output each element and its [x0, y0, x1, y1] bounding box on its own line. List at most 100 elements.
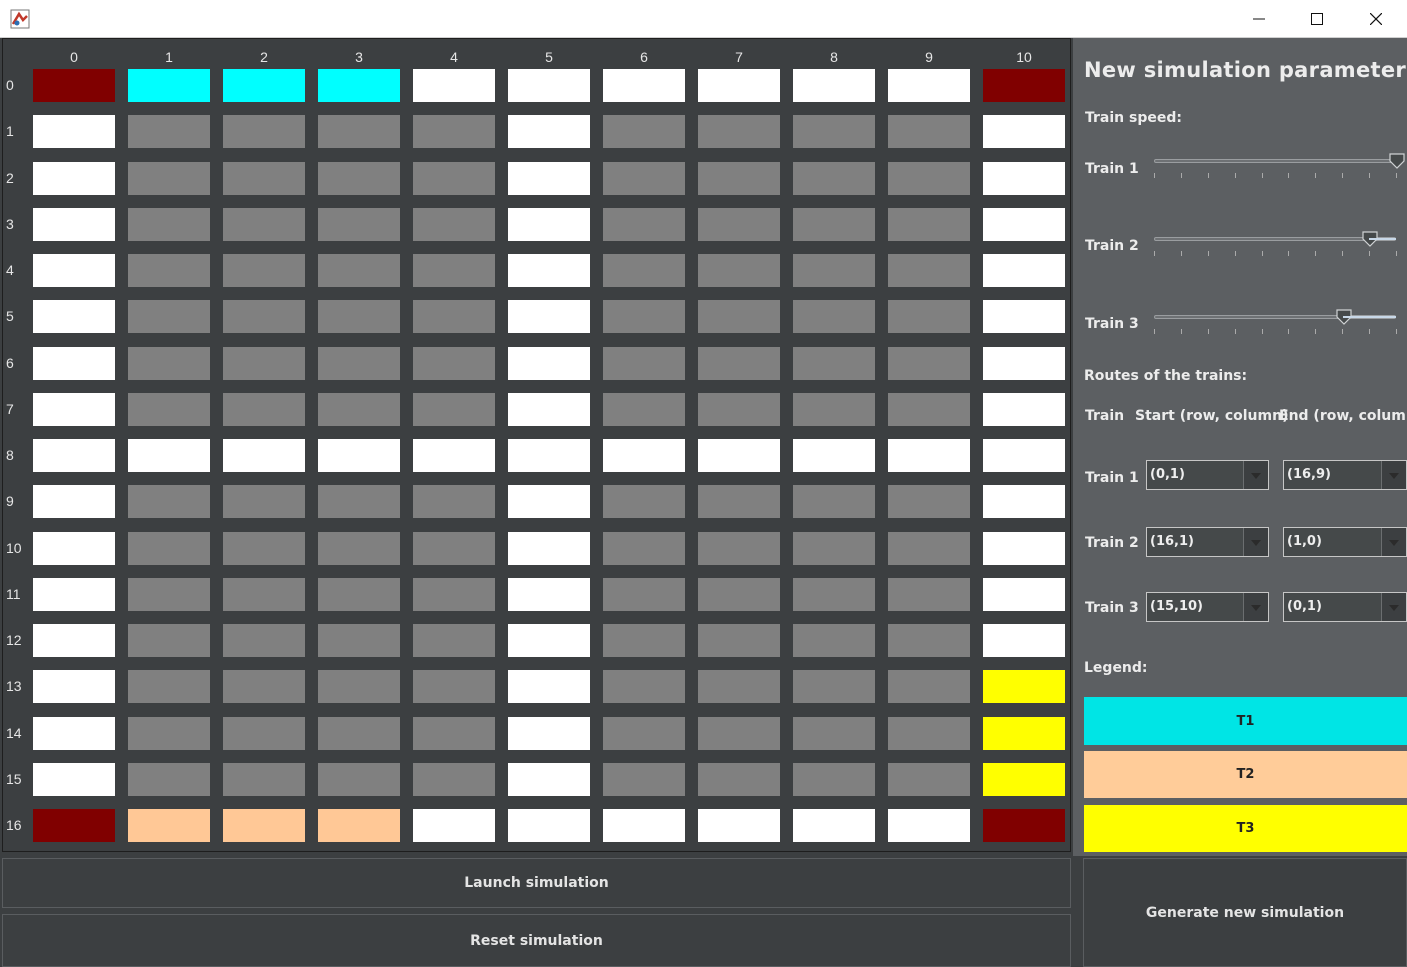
grid-cell [33, 115, 115, 149]
grid-cell [508, 207, 590, 241]
grid-cell [888, 624, 970, 657]
combo-value: (15,10) [1150, 599, 1204, 614]
chevron-down-icon[interactable] [1381, 528, 1406, 556]
chevron-down-icon[interactable] [1243, 593, 1268, 621]
grid-cell [983, 716, 1065, 750]
slider-tick [1288, 173, 1289, 178]
reset-simulation-button[interactable]: Reset simulation [2, 914, 1071, 967]
grid-cell [793, 392, 875, 426]
grid-cell [983, 531, 1065, 565]
grid-cell [413, 762, 495, 796]
generate-new-simulation-button[interactable]: Generate new simulation [1083, 858, 1407, 967]
grid-cell [603, 346, 685, 380]
grid-cell [33, 531, 115, 565]
train-2-speed-slider[interactable] [1154, 231, 1397, 264]
grid-cell [603, 69, 685, 102]
chevron-down-icon[interactable] [1381, 461, 1406, 489]
grid-cell [413, 670, 495, 704]
grid-cell [508, 439, 590, 472]
slider-thumb[interactable] [1389, 153, 1405, 169]
grid-cell [508, 670, 590, 704]
grid-cell [603, 531, 685, 565]
slider-tick [1208, 173, 1209, 178]
grid-cell [128, 716, 210, 750]
grid-cell [888, 346, 970, 380]
train-1-start-combo[interactable]: (0,1) [1146, 460, 1269, 490]
grid-cell [223, 439, 305, 472]
grid-cell [603, 670, 685, 704]
grid-cell [888, 670, 970, 704]
grid-cell [413, 69, 495, 102]
train-3-end-combo[interactable]: (0,1) [1283, 592, 1407, 622]
grid-cell [793, 115, 875, 149]
slider-tick [1208, 329, 1209, 334]
grid-cell [508, 69, 590, 102]
minimize-icon[interactable] [1230, 0, 1288, 37]
grid-cell [698, 346, 780, 380]
grid-cell [33, 300, 115, 334]
maximize-icon[interactable] [1288, 0, 1346, 37]
grid-cell [223, 392, 305, 426]
grid-cell [128, 762, 210, 796]
grid-cell [33, 254, 115, 287]
grid-cell [508, 161, 590, 195]
grid-cell [793, 69, 875, 102]
train-2-end-combo[interactable]: (1,0) [1283, 527, 1407, 557]
grid-cell [698, 392, 780, 426]
chevron-down-icon[interactable] [1243, 528, 1268, 556]
slider-tick [1262, 329, 1263, 334]
slider-label-train-2: Train 2 [1085, 238, 1139, 254]
slider-tick [1154, 251, 1155, 256]
grid-cell [318, 115, 400, 149]
grid-cell [698, 762, 780, 796]
slider-track [1154, 159, 1396, 163]
chevron-down-icon[interactable] [1381, 593, 1406, 621]
grid-cell [413, 115, 495, 149]
grid-cell [508, 300, 590, 334]
route-label-train-1: Train 1 [1085, 470, 1139, 486]
grid-cell [888, 716, 970, 750]
train-1-speed-slider[interactable] [1154, 153, 1405, 186]
grid-cell [698, 577, 780, 611]
grid-cell [698, 207, 780, 241]
grid-cell [128, 809, 210, 842]
grid-cell [888, 207, 970, 241]
row-header: 1 [6, 123, 14, 140]
grid-cell [223, 207, 305, 241]
grid-cell [318, 762, 400, 796]
combo-value: (16,1) [1150, 534, 1194, 549]
grid-cell [128, 392, 210, 426]
grid-cell [128, 346, 210, 380]
grid-cell [128, 670, 210, 704]
grid-cell [318, 254, 400, 287]
column-header: 2 [260, 49, 268, 65]
grid-cell [888, 392, 970, 426]
grid-cell [318, 392, 400, 426]
slider-tick [1208, 251, 1209, 256]
close-icon[interactable] [1347, 0, 1405, 37]
grid-cell [983, 670, 1065, 704]
launch-simulation-button[interactable]: Launch simulation [2, 858, 1071, 908]
grid-cell [128, 207, 210, 241]
slider-tick [1288, 251, 1289, 256]
simulation-parameters-panel: New simulation parameters Train speed: T… [1073, 38, 1407, 856]
train-3-start-combo[interactable]: (15,10) [1146, 592, 1269, 622]
grid-cell [888, 161, 970, 195]
grid-cell [413, 577, 495, 611]
row-header: 15 [6, 770, 22, 787]
grid-cell [318, 161, 400, 195]
grid-cell [508, 531, 590, 565]
column-header: 6 [640, 49, 648, 65]
slider-tick [1315, 251, 1316, 256]
train-2-start-combo[interactable]: (16,1) [1146, 527, 1269, 557]
slider-track [1154, 237, 1396, 241]
legend-t1: T1 [1084, 697, 1407, 745]
grid-cell [793, 716, 875, 750]
train-1-end-combo[interactable]: (16,9) [1283, 460, 1407, 490]
grid-cell [983, 161, 1065, 195]
grid-cell [983, 762, 1065, 796]
grid-cell [983, 485, 1065, 519]
chevron-down-icon[interactable] [1243, 461, 1268, 489]
train-3-speed-slider[interactable] [1154, 309, 1397, 342]
grid-cell [413, 346, 495, 380]
